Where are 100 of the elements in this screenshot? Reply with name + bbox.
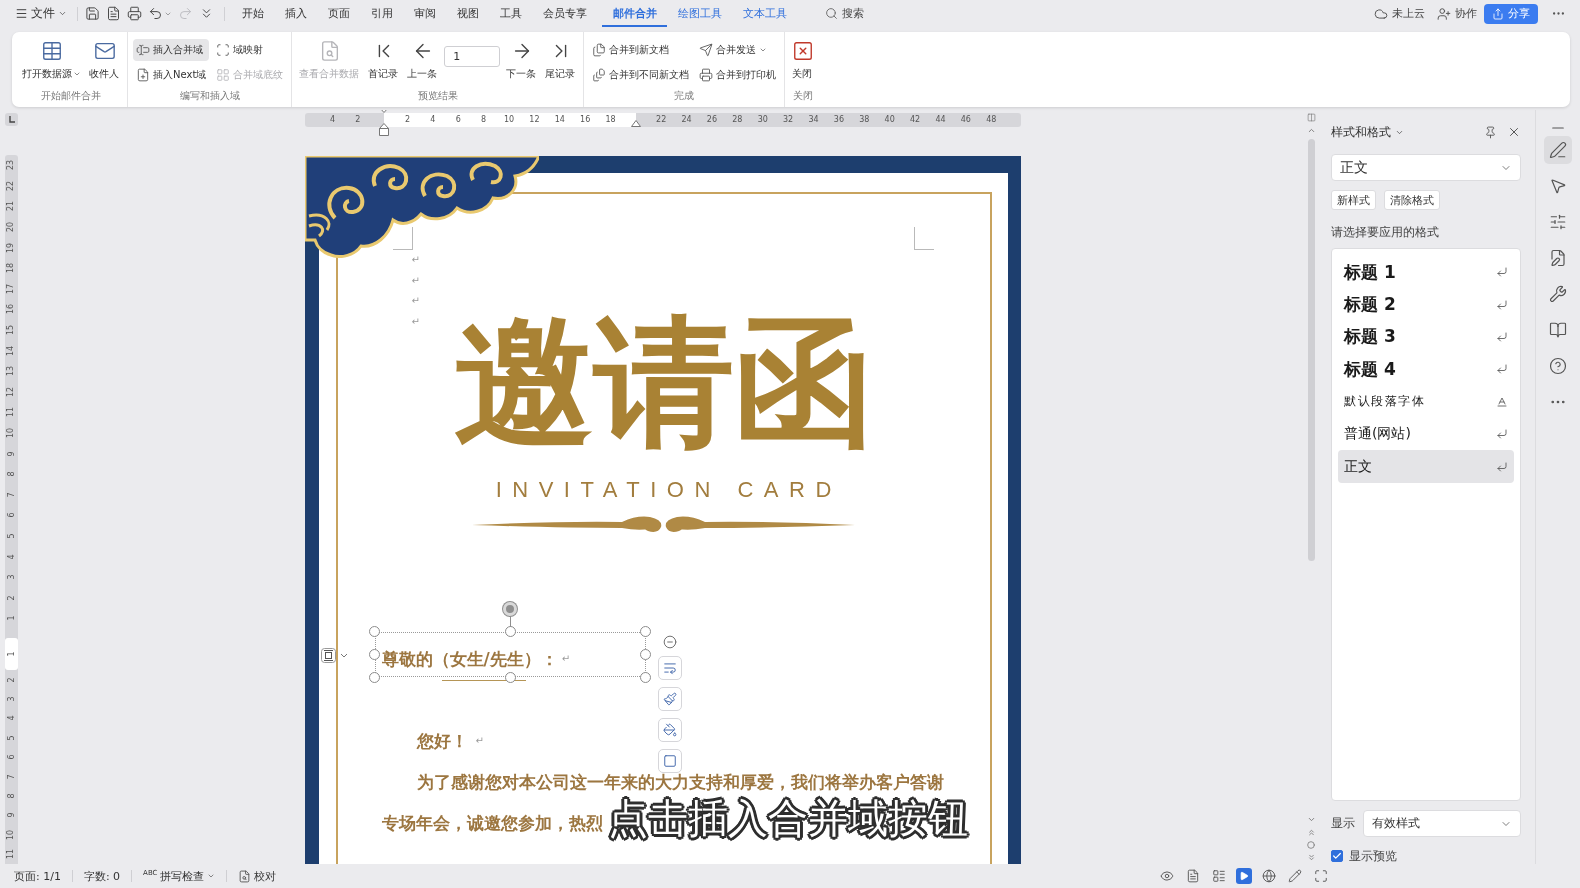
border-icon[interactable]	[657, 748, 682, 773]
printer-icon[interactable]	[127, 6, 142, 21]
ribbon-button[interactable]: 合并到新文档	[589, 39, 693, 61]
split-icon[interactable]	[1306, 113, 1316, 122]
paint-bucket-icon[interactable]	[657, 717, 682, 742]
collapse-icon[interactable]	[662, 634, 677, 649]
right-indent-marker-icon[interactable]	[631, 120, 642, 127]
pencil-icon[interactable]	[1288, 869, 1302, 883]
caret-icon	[58, 9, 67, 18]
ribbon-button[interactable]: 首记录	[366, 36, 402, 83]
page-icon[interactable]	[1186, 869, 1200, 883]
style-list-item[interactable]: 标题 1	[1338, 256, 1514, 289]
brush-icon[interactable]	[657, 686, 682, 711]
sliders-icon[interactable]	[1549, 213, 1567, 231]
help-icon[interactable]	[1549, 357, 1567, 375]
ribbon-tab[interactable]: 视图	[446, 0, 489, 27]
ruler-number: 19	[6, 242, 17, 253]
share-button[interactable]: 分享	[1484, 3, 1538, 24]
ribbon-tab[interactable]: 引用	[360, 0, 403, 27]
list-icon[interactable]	[1212, 869, 1226, 883]
ruler-number: 6	[6, 512, 17, 518]
wrap-text-icon[interactable]	[657, 655, 682, 680]
pin-icon[interactable]	[1484, 125, 1497, 139]
tab-stop-icon[interactable]	[5, 113, 18, 126]
record-number-field[interactable]: 1	[444, 46, 501, 67]
ribbon-tab[interactable]: 页面	[317, 0, 360, 27]
panel-button[interactable]: 清除格式	[1384, 190, 1440, 210]
wrap-options-icon[interactable]	[320, 647, 349, 663]
file-pen-icon[interactable]	[1549, 249, 1567, 267]
ribbon-tab[interactable]: 文本工具	[732, 0, 797, 27]
wrench-icon[interactable]	[1549, 285, 1567, 303]
scroll-down-icon[interactable]	[1306, 815, 1316, 824]
panel-button[interactable]: 新样式	[1331, 190, 1376, 210]
resize-handle[interactable]	[369, 671, 380, 683]
ribbon-tab[interactable]: 会员专享	[532, 0, 597, 27]
ribbon-tab[interactable]: 邮件合并	[602, 0, 667, 27]
ribbon-button[interactable]: 合并发送	[696, 39, 780, 61]
file-menu[interactable]: 文件	[15, 6, 67, 21]
proofread-button[interactable]: 校对	[238, 868, 277, 884]
double-chevron-down-icon[interactable]	[1306, 853, 1316, 862]
resize-handle[interactable]	[640, 671, 651, 683]
resize-handle[interactable]	[369, 649, 380, 661]
pen-icon[interactable]	[1544, 136, 1572, 164]
indent-marker-icon[interactable]	[379, 110, 390, 136]
ribbon-button[interactable]: 合并到不同新文档	[589, 64, 693, 86]
ribbon-button[interactable]: 打开数据源	[20, 36, 83, 83]
close-icon[interactable]	[1507, 125, 1521, 139]
ribbon-button[interactable]: 域映射	[213, 39, 287, 61]
text-box[interactable]: 尊敬的（女生/先生）： ↵	[369, 626, 651, 683]
style-list-item[interactable]: 默认段落字体	[1338, 385, 1514, 418]
panel-title-menu[interactable]: 样式和格式	[1331, 123, 1404, 141]
greeting-text: 您好！	[416, 729, 468, 753]
ribbon-button[interactable]: 尾记录	[543, 36, 579, 83]
cloud-status-button[interactable]: 未上云	[1374, 6, 1425, 21]
style-list-item[interactable]: 正文	[1338, 450, 1514, 483]
ribbon-button[interactable]: 下一条	[504, 36, 540, 83]
pointer-icon[interactable]	[1549, 177, 1567, 195]
word-count[interactable]: 字数: 0	[83, 868, 121, 884]
eye-icon[interactable]	[1160, 869, 1174, 883]
ribbon-tab[interactable]: 绘图工具	[667, 0, 732, 27]
style-dropdown[interactable]: 正文	[1331, 154, 1521, 181]
resize-handle[interactable]	[640, 649, 651, 661]
resize-handle[interactable]	[369, 626, 380, 638]
play-icon[interactable]	[1236, 868, 1252, 884]
ribbon-button[interactable]: 插入Next域	[133, 64, 210, 86]
ribbon-button[interactable]: 关闭	[790, 36, 817, 83]
style-list-item[interactable]: 标题 2	[1338, 288, 1514, 321]
ruler-number: 15	[6, 324, 17, 336]
ribbon-button[interactable]: 合并到打印机	[696, 64, 780, 86]
resize-handle[interactable]	[504, 671, 516, 683]
undo-icon[interactable]	[148, 6, 163, 21]
resize-handle[interactable]	[504, 626, 516, 638]
rotate-handle[interactable]	[503, 601, 517, 627]
circle-icon[interactable]	[1307, 841, 1315, 849]
style-list-item[interactable]: 标题 4	[1338, 353, 1514, 386]
ribbon-tab[interactable]: 开始	[231, 0, 274, 27]
ribbon-tab[interactable]: 插入	[274, 0, 317, 27]
search-icon	[825, 7, 838, 20]
scrollbar-thumb[interactable]	[1307, 139, 1315, 561]
ribbon-tab[interactable]: 审阅	[403, 0, 446, 27]
ribbon-button[interactable]: 收件人	[87, 36, 122, 83]
style-list-item[interactable]: 标题 3	[1338, 320, 1514, 354]
file-icon[interactable]	[106, 6, 121, 21]
double-chevron-up-icon[interactable]	[1306, 828, 1316, 837]
globe-icon[interactable]	[1262, 869, 1276, 883]
resize-handle[interactable]	[640, 626, 651, 638]
style-list-item[interactable]: 普通(网站)	[1338, 417, 1514, 451]
ribbon-button[interactable]: 上一条	[405, 36, 441, 83]
envelope-icon	[93, 40, 116, 62]
checkbox[interactable]	[1331, 850, 1343, 862]
scroll-up-icon[interactable]	[1306, 126, 1316, 135]
show-dropdown[interactable]: 有效样式	[1363, 810, 1521, 837]
expand-icon[interactable]	[1314, 869, 1328, 883]
collaborate-button[interactable]: 协作	[1437, 6, 1477, 21]
search-button[interactable]: 搜索	[825, 6, 864, 21]
ribbon-button[interactable]: 插入合并域	[133, 39, 210, 61]
ribbon-tab[interactable]: 工具	[489, 0, 532, 27]
save-icon[interactable]	[85, 6, 100, 21]
page-indicator[interactable]: 页面: 1/1	[14, 868, 61, 884]
book-icon[interactable]	[1549, 321, 1567, 339]
